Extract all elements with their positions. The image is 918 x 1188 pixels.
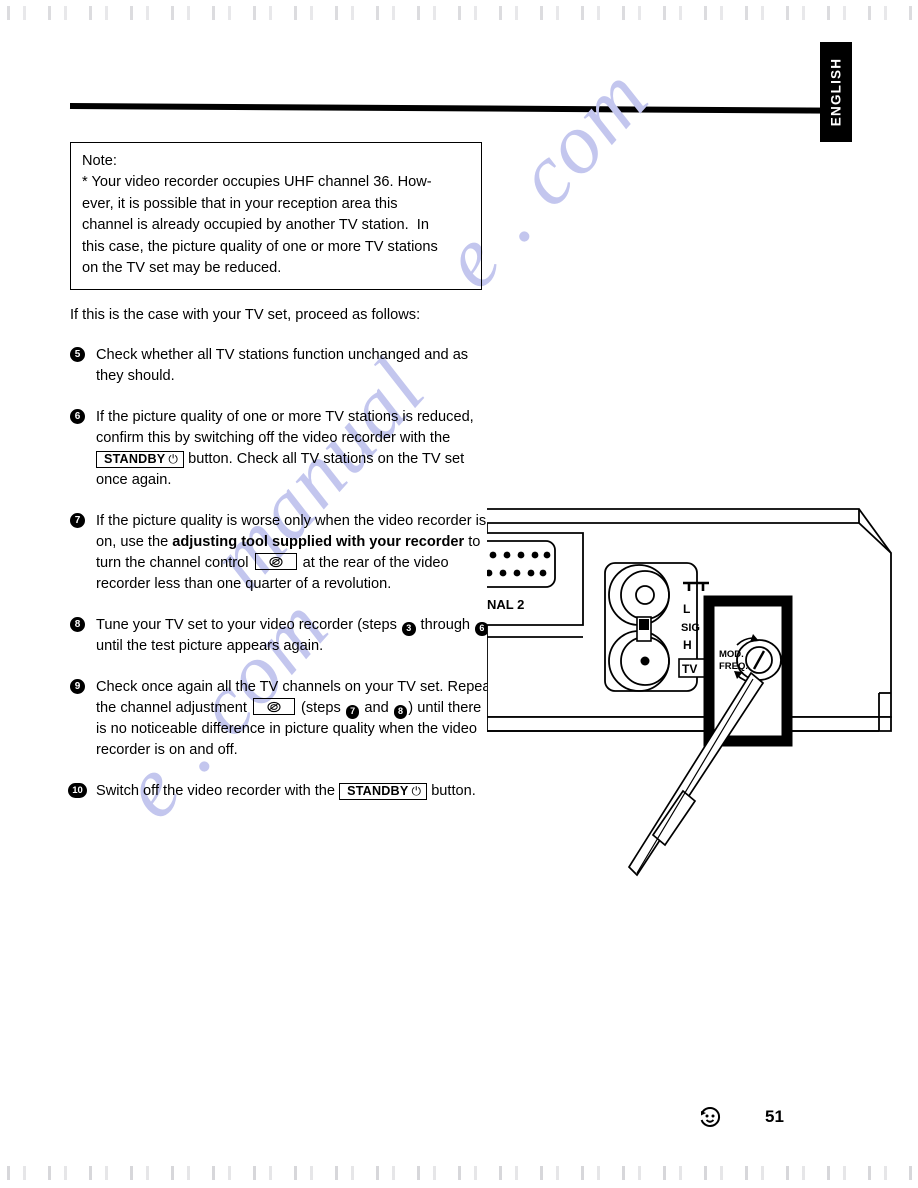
screw-adjuster-icon xyxy=(254,553,297,570)
step-number: 8 xyxy=(70,617,85,632)
step-body: If the picture quality is worse only whe… xyxy=(96,511,495,595)
manual-page: e . com manual e . com ENGLISH Note: * Y… xyxy=(0,0,918,1188)
page-number: 51 xyxy=(765,1107,784,1126)
scan-artifact-top xyxy=(0,6,918,20)
aerial-label: NAL 2 xyxy=(487,597,524,612)
step-number: 7 xyxy=(70,513,85,528)
smiley-face-icon xyxy=(700,1106,721,1127)
note-line-2: ever, it is possible that in your recept… xyxy=(82,195,398,212)
step-reference-badge: 8 xyxy=(393,705,408,719)
step-text-mid: (steps xyxy=(296,700,345,716)
switch-label-sig: SIG xyxy=(681,622,700,634)
screw-adjuster-glyph xyxy=(267,701,281,712)
step-body: Check once again all the TV channels on … xyxy=(96,677,495,761)
intro-paragraph: If this is the case with your TV set, pr… xyxy=(70,307,421,323)
switch-label-high: H xyxy=(683,638,692,652)
step-text-mid: through xyxy=(416,617,475,633)
rear-panel-drawing: NAL 2 L SIG H TV MOD. FREQ. xyxy=(476,508,892,877)
step-number: 6 xyxy=(70,409,85,424)
page-footer: 51 xyxy=(697,1104,784,1130)
standby-label: STANDBY xyxy=(104,452,166,466)
step-body: Switch off the video recorder with the S… xyxy=(96,781,495,802)
step-text: Check whether all TV stations function u… xyxy=(96,347,469,384)
step-text-before: Tune your TV set to your video recorder … xyxy=(96,617,401,633)
rear-panel-illustration: NAL 2 L SIG H TV MOD. FREQ. xyxy=(476,505,907,905)
standby-button-badge: STANDBY ⏻ xyxy=(339,783,428,800)
power-icon: ⏻ xyxy=(411,784,422,798)
mod-label: MOD. xyxy=(719,649,744,660)
step-number: 5 xyxy=(70,347,85,362)
tv-label: TV xyxy=(682,662,697,676)
step-body: Tune your TV set to your video recorder … xyxy=(96,615,495,657)
standby-button-badge: STANDBY ⏻ xyxy=(96,451,185,468)
step-list: 5 Check whether all TV stations function… xyxy=(68,345,495,822)
step-item: 8 Tune your TV set to your video recorde… xyxy=(70,615,495,657)
header-rule xyxy=(69,103,833,114)
note-heading: Note: xyxy=(82,153,117,169)
step-text-after: button. xyxy=(427,783,476,799)
step-text-before: If the picture quality of one or more TV… xyxy=(96,409,474,446)
note-line-5: on the TV set may be reduced. xyxy=(82,260,282,277)
step-body: If the picture quality of one or more TV… xyxy=(96,407,495,491)
step-item: 5 Check whether all TV stations function… xyxy=(70,345,495,387)
step-item: 10 Switch off the video recorder with th… xyxy=(68,781,495,802)
language-tab: ENGLISH xyxy=(820,42,852,142)
note-line-3: channel is already occupied by another T… xyxy=(82,217,429,234)
standby-label: STANDBY xyxy=(347,784,409,798)
step-item: 9 Check once again all the TV channels o… xyxy=(70,677,495,761)
scan-artifact-bottom xyxy=(0,1166,918,1180)
switch-label-low: L xyxy=(683,602,690,616)
note-line-4: this case, the picture quality of one or… xyxy=(82,238,438,255)
step-number: 9 xyxy=(70,679,85,694)
step-text-bold: adjusting tool supplied with your record… xyxy=(172,534,465,550)
screw-adjuster-icon xyxy=(252,698,295,715)
step-item: 6 If the picture quality of one or more … xyxy=(70,407,495,491)
step-reference-badge: 7 xyxy=(345,705,360,719)
step-item: 7 If the picture quality is worse only w… xyxy=(70,511,495,595)
freq-label: FREQ. xyxy=(719,661,748,672)
step-reference-badge: 3 xyxy=(402,622,416,636)
step-number: 10 xyxy=(68,783,87,798)
step-body: Check whether all TV stations function u… xyxy=(96,345,495,387)
step-text-mid-2: and xyxy=(360,700,393,716)
language-tab-label: ENGLISH xyxy=(828,57,844,127)
step-text-before: Switch off the video recorder with the xyxy=(96,783,340,799)
power-icon: ⏻ xyxy=(168,452,179,466)
note-box: Note: * Your video recorder occupies UHF… xyxy=(70,142,482,291)
screw-adjuster-glyph xyxy=(269,556,283,567)
note-line-1: * Your video recorder occupies UHF chann… xyxy=(82,174,432,191)
